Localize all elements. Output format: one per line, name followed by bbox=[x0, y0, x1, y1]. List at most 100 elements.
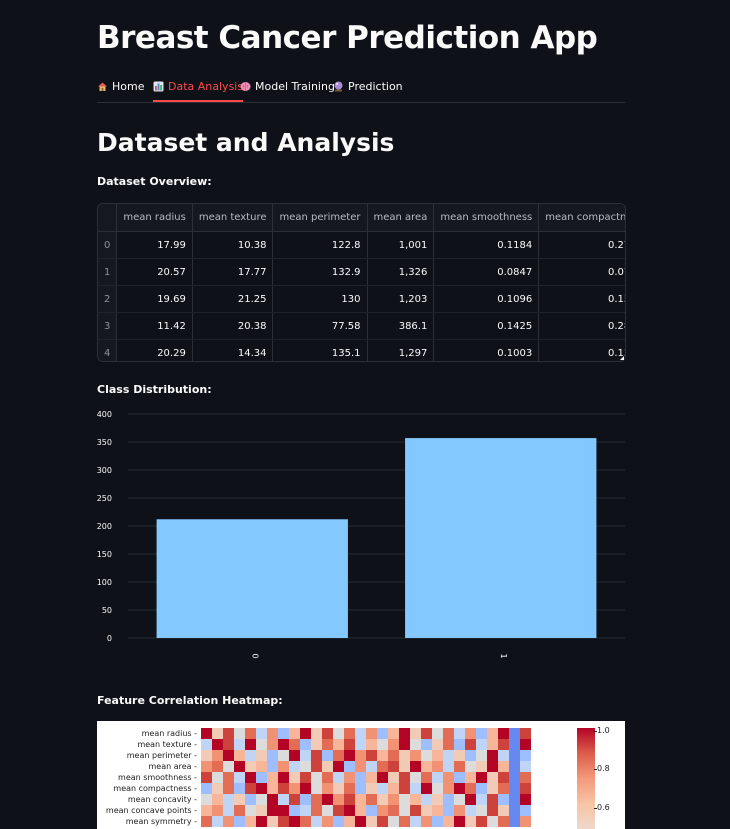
tab-data-analysis[interactable]: Data Analysis bbox=[153, 72, 244, 102]
heatmap-cell bbox=[322, 739, 333, 750]
table-row[interactable]: 120.5717.77132.91,3260.08470.0786 bbox=[98, 258, 625, 286]
table-row[interactable]: 219.6921.251301,2030.10960.1599 bbox=[98, 285, 625, 313]
bar-chart-icon bbox=[153, 81, 164, 92]
heatmap-cell bbox=[498, 750, 509, 761]
heatmap-cell bbox=[278, 805, 289, 816]
heatmap-cell bbox=[421, 739, 432, 750]
table-cell[interactable]: 386.1 bbox=[367, 312, 435, 340]
heatmap-cell bbox=[509, 739, 520, 750]
table-cell[interactable]: 1,326 bbox=[367, 258, 435, 286]
column-header[interactable]: mean area bbox=[367, 204, 435, 232]
heatmap-cell bbox=[399, 761, 410, 772]
heatmap-cell bbox=[267, 728, 278, 739]
column-header[interactable]: mean compactness bbox=[538, 204, 625, 232]
table-row[interactable]: 017.9910.38122.81,0010.11840.2776 bbox=[98, 231, 625, 259]
heatmap-cell bbox=[366, 816, 377, 827]
table-cell[interactable]: 14.34 bbox=[192, 339, 274, 361]
table-cell[interactable]: 135.1 bbox=[272, 339, 368, 361]
heatmap-cell bbox=[289, 816, 300, 827]
heatmap-cell bbox=[278, 739, 289, 750]
heatmap-row-label: mean smoothness - bbox=[118, 773, 197, 782]
table-resize-handle[interactable] bbox=[620, 356, 624, 360]
row-index[interactable]: 1 bbox=[98, 258, 118, 286]
y-tick-label: 50 bbox=[102, 606, 112, 615]
table-row[interactable]: 420.2914.34135.11,2970.10030.1328 bbox=[98, 339, 625, 361]
table-cell[interactable]: 122.8 bbox=[272, 231, 368, 259]
row-index[interactable]: 4 bbox=[98, 339, 118, 361]
tab-prediction[interactable]: Prediction bbox=[333, 72, 403, 101]
table-cell[interactable]: 0.0786 bbox=[538, 258, 625, 286]
dataframe-table[interactable]: mean radius mean texture mean perimeter mea… bbox=[97, 203, 626, 362]
table-cell[interactable]: 20.38 bbox=[192, 312, 274, 340]
table-cell[interactable]: 0.1425 bbox=[433, 312, 540, 340]
heatmap-cell bbox=[300, 794, 311, 805]
table-cell[interactable]: 0.2839 bbox=[538, 312, 625, 340]
heatmap-cell bbox=[256, 783, 267, 794]
heatmap-cell bbox=[366, 805, 377, 816]
table-cell[interactable]: 0.2776 bbox=[538, 231, 625, 259]
heatmap-cell bbox=[476, 750, 487, 761]
table-cell[interactable]: 0.1328 bbox=[538, 339, 625, 361]
heatmap-cell bbox=[377, 772, 388, 783]
heatmap-cell bbox=[278, 816, 289, 827]
table-cell[interactable]: 0.1184 bbox=[433, 231, 540, 259]
heatmap-cell bbox=[432, 805, 443, 816]
heatmap-cell bbox=[377, 728, 388, 739]
table-cell[interactable]: 0.1003 bbox=[433, 339, 540, 361]
heatmap-cell bbox=[256, 816, 267, 827]
heatmap-cell bbox=[410, 739, 421, 750]
heatmap-row-label: mean concavity - bbox=[127, 795, 197, 804]
table-cell[interactable]: 17.99 bbox=[116, 231, 193, 259]
y-tick-label: 250 bbox=[97, 494, 112, 503]
heatmap-cell bbox=[410, 750, 421, 761]
table-cell[interactable]: 20.29 bbox=[116, 339, 193, 361]
row-index[interactable]: 2 bbox=[98, 285, 118, 313]
table-cell[interactable]: 10.38 bbox=[192, 231, 274, 259]
heatmap-cell bbox=[421, 783, 432, 794]
heatmap-cell bbox=[223, 805, 234, 816]
heatmap-cell bbox=[267, 750, 278, 761]
column-header[interactable]: mean perimeter bbox=[272, 204, 368, 232]
table-row[interactable]: 311.4220.3877.58386.10.14250.2839 bbox=[98, 312, 625, 340]
table-cell[interactable]: 0.1096 bbox=[433, 285, 540, 313]
column-header[interactable]: mean radius bbox=[116, 204, 193, 232]
heatmap-row-label: mean compactness - bbox=[113, 784, 197, 793]
table-cell[interactable]: 130 bbox=[272, 285, 368, 313]
table-cell[interactable]: 132.9 bbox=[272, 258, 368, 286]
row-index[interactable]: 3 bbox=[98, 312, 118, 340]
heatmap-cell bbox=[443, 728, 454, 739]
index-header[interactable] bbox=[98, 204, 118, 232]
tab-model-training[interactable]: Model Training bbox=[240, 72, 335, 101]
table-cell[interactable]: 20.57 bbox=[116, 258, 193, 286]
table-cell[interactable]: 21.25 bbox=[192, 285, 274, 313]
heatmap-cell bbox=[300, 805, 311, 816]
heatmap-cell bbox=[366, 761, 377, 772]
house-icon bbox=[97, 81, 108, 92]
heatmap-cell bbox=[289, 728, 300, 739]
table-cell[interactable]: 1,001 bbox=[367, 231, 435, 259]
bar bbox=[405, 438, 597, 638]
heatmap-cell bbox=[278, 728, 289, 739]
table-cell[interactable]: 0.0847 bbox=[433, 258, 540, 286]
table-cell[interactable]: 0.1599 bbox=[538, 285, 625, 313]
heatmap-cell bbox=[212, 794, 223, 805]
table-cell[interactable]: 19.69 bbox=[116, 285, 193, 313]
column-header[interactable]: mean smoothness bbox=[433, 204, 540, 232]
table-cell[interactable]: 77.58 bbox=[272, 312, 368, 340]
column-header[interactable]: mean texture bbox=[192, 204, 274, 232]
heatmap-cell bbox=[344, 783, 355, 794]
heatmap-cell bbox=[388, 772, 399, 783]
heatmap-cell bbox=[509, 816, 520, 827]
heatmap-cell bbox=[465, 783, 476, 794]
table-cell[interactable]: 11.42 bbox=[116, 312, 193, 340]
heatmap-cell bbox=[234, 816, 245, 827]
table-cell[interactable]: 1,203 bbox=[367, 285, 435, 313]
heatmap-cell bbox=[498, 783, 509, 794]
table-cell[interactable]: 1,297 bbox=[367, 339, 435, 361]
heatmap-cell bbox=[465, 805, 476, 816]
table-cell[interactable]: 17.77 bbox=[192, 258, 274, 286]
row-index[interactable]: 0 bbox=[98, 231, 118, 259]
tab-home[interactable]: Home bbox=[97, 72, 144, 101]
heatmap-cell bbox=[410, 728, 421, 739]
heatmap-cell bbox=[234, 750, 245, 761]
